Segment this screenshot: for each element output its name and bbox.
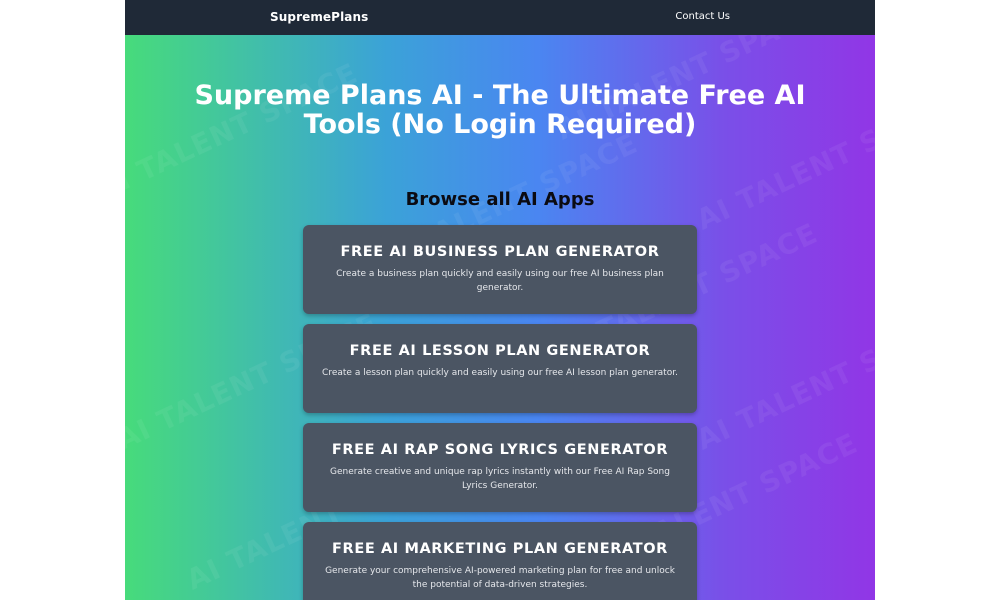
card-title: FREE AI MARKETING PLAN GENERATOR bbox=[332, 541, 668, 557]
hero-section: AI TALENT SPACE AI TALENT SPACE AI TALEN… bbox=[125, 35, 875, 600]
card-description: Generate your comprehensive AI-powered m… bbox=[325, 566, 675, 590]
page-title: Supreme Plans AI - The Ultimate Free AI … bbox=[194, 80, 806, 140]
contact-us-link[interactable]: Contact Us bbox=[675, 11, 730, 22]
watermark: AI TALENT SPACE bbox=[691, 306, 875, 457]
app-card-business-plan[interactable]: FREE AI BUSINESS PLAN GENERATOR Create a… bbox=[303, 225, 697, 314]
card-title: FREE AI RAP SONG LYRICS GENERATOR bbox=[331, 442, 669, 458]
app-card-lesson-plan[interactable]: FREE AI LESSON PLAN GENERATOR Create a l… bbox=[303, 324, 697, 413]
page-frame: SupremePlans Contact Us AI TALENT SPACE … bbox=[125, 0, 875, 600]
card-description: Create a lesson plan quickly and easily … bbox=[322, 368, 678, 378]
brand-logo-link[interactable]: SupremePlans bbox=[270, 10, 368, 24]
card-description: Create a business plan quickly and easil… bbox=[336, 269, 664, 293]
section-title: Browse all AI Apps bbox=[405, 189, 595, 210]
card-title: FREE AI LESSON PLAN GENERATOR bbox=[349, 343, 651, 359]
card-title: FREE AI BUSINESS PLAN GENERATOR bbox=[340, 244, 660, 260]
app-card-list: FREE AI BUSINESS PLAN GENERATOR Create a… bbox=[303, 225, 697, 600]
card-description: Generate creative and unique rap lyrics … bbox=[330, 467, 670, 491]
navbar: SupremePlans Contact Us bbox=[125, 0, 875, 35]
app-card-rap-lyrics[interactable]: FREE AI RAP SONG LYRICS GENERATOR Genera… bbox=[303, 423, 697, 512]
app-card-marketing-plan[interactable]: FREE AI MARKETING PLAN GENERATOR Generat… bbox=[303, 522, 697, 600]
